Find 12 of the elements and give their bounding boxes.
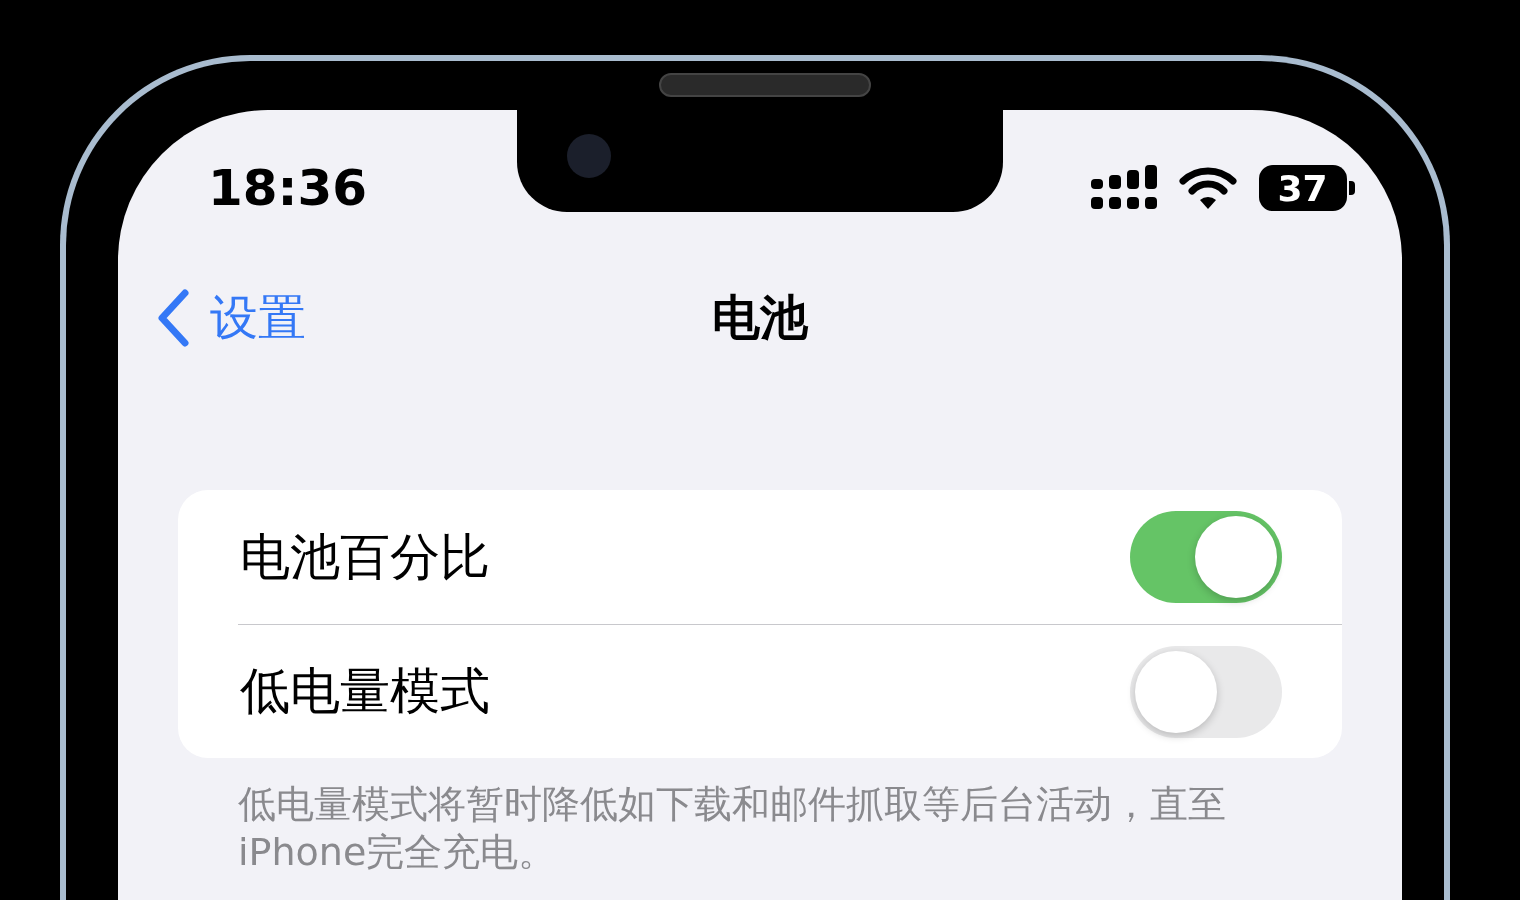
battery-terminal-icon (1348, 181, 1355, 195)
chevron-left-icon (156, 289, 190, 347)
back-button[interactable]: 设置 (156, 286, 306, 350)
status-time: 18:36 (207, 159, 368, 217)
page-title: 电池 (712, 288, 808, 347)
setting-label: 低电量模式 (240, 661, 490, 722)
setting-label: 电池百分比 (240, 526, 490, 588)
cellular-signal-icon (1090, 165, 1157, 211)
battery-level: 37 (1258, 165, 1347, 211)
wifi-icon (1178, 166, 1237, 210)
camera-icon (567, 134, 611, 178)
footer-note: 低电量模式将暂时降低如下载和邮件抓取等后台活动，直至iPhone完全充电。 (238, 781, 1227, 876)
